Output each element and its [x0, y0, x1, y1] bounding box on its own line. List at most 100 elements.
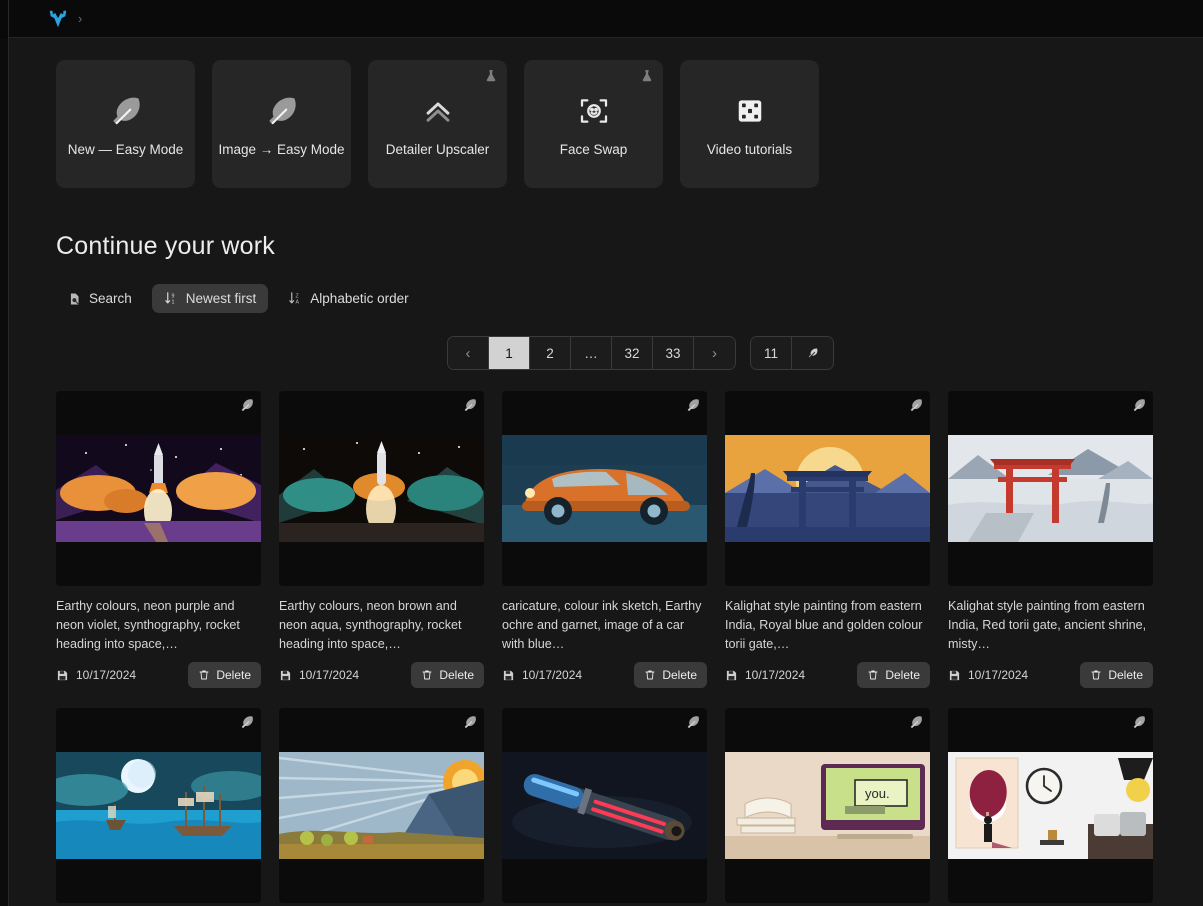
feather-icon [109, 92, 143, 130]
top-bar: › [9, 0, 1203, 38]
beaker-experimental-icon [642, 70, 652, 82]
page-content: New — Easy Mode Image → Easy Mode Detail… [9, 38, 1203, 906]
gallery-thumbnail[interactable]: you. [725, 708, 930, 904]
gallery-item: Kalighat style painting from eastern Ind… [948, 391, 1153, 689]
gallery-item-date-text: 10/17/2024 [968, 668, 1029, 683]
gallery-item: Kalighat style painting from eastern Ind… [725, 391, 930, 689]
pagination-page-32[interactable]: 32 [612, 337, 653, 369]
pagination-row: ‹ 1 2 … 32 33 › 11 [447, 336, 1203, 370]
delete-button[interactable]: Delete [188, 662, 261, 689]
go-arrow-icon [808, 347, 818, 358]
artwork-volcano-sun [279, 752, 484, 860]
artwork-wall-art [948, 752, 1153, 860]
gallery-thumbnail[interactable] [725, 391, 930, 586]
action-card-new-easy-mode[interactable]: New — Easy Mode [56, 60, 195, 188]
filter-search-button[interactable]: Search [56, 284, 144, 313]
feather-icon [1133, 399, 1145, 412]
page-jump-group: 11 [750, 336, 834, 370]
gallery-thumbnail[interactable] [502, 708, 707, 904]
svg-text:9: 9 [171, 293, 174, 299]
feather-icon [910, 716, 922, 729]
gallery-thumbnail[interactable] [948, 708, 1153, 904]
action-card-image-to-easy-mode[interactable]: Image → Easy Mode [212, 60, 351, 188]
gallery-item-caption: Kalighat style painting from eastern Ind… [725, 599, 923, 652]
delete-button[interactable]: Delete [634, 662, 707, 689]
gallery-thumbnail[interactable] [948, 391, 1153, 586]
artwork-moon-ship [56, 752, 261, 860]
filter-label: Alphabetic order [310, 291, 409, 306]
gallery-item-date: 10/17/2024 [948, 668, 1028, 682]
action-card-label: Image → Easy Mode [218, 141, 345, 157]
pagination-page-1[interactable]: 1 [489, 337, 530, 369]
artwork-torii-red [948, 435, 1153, 542]
filter-newest-first-button[interactable]: 9 1 Newest first [151, 284, 269, 313]
svg-text:A: A [296, 300, 300, 306]
gallery-item-date: 10/17/2024 [279, 668, 359, 682]
floppy-save-icon [503, 670, 514, 681]
gallery-item-caption: caricature, colour ink sketch, Earthy oc… [502, 599, 702, 652]
gallery-thumbnail[interactable] [279, 391, 484, 586]
action-card-face-swap[interactable]: Face Swap [524, 60, 663, 188]
trash-icon [422, 670, 432, 680]
gallery-item [279, 708, 484, 904]
artwork-lightsaber [502, 752, 707, 860]
gallery-item-caption: Kalighat style painting from eastern Ind… [948, 599, 1147, 652]
gallery-item: you. [725, 708, 930, 904]
beaker-experimental-icon [486, 70, 496, 82]
gallery-item-date-text: 10/17/2024 [522, 668, 583, 683]
artwork-rocket-aqua [279, 435, 484, 542]
feather-icon [1133, 716, 1145, 729]
trash-icon [645, 670, 655, 680]
floppy-save-icon [726, 670, 737, 681]
gallery-thumbnail[interactable] [56, 708, 261, 904]
sort-descending-icon: 9 1 [165, 292, 174, 306]
action-card-video-tutorials[interactable]: Video tutorials [680, 60, 819, 188]
gallery-item-date: 10/17/2024 [502, 668, 582, 682]
artwork-desk-monitor: you. [725, 752, 930, 860]
pagination-prev-button[interactable]: ‹ [448, 337, 489, 369]
filter-label: Search [89, 291, 132, 306]
delete-button[interactable]: Delete [1080, 662, 1153, 689]
delete-label: Delete [885, 668, 920, 683]
delete-button[interactable]: Delete [857, 662, 930, 689]
gallery-item-date: 10/17/2024 [56, 668, 136, 682]
feather-icon [265, 92, 299, 130]
trash-icon [199, 670, 209, 680]
antler-logo-icon[interactable] [47, 8, 69, 30]
floppy-save-icon [57, 670, 68, 681]
artwork-rocket-purple [56, 435, 261, 542]
page-search-icon [70, 292, 79, 305]
svg-text:Z: Z [296, 293, 300, 299]
pagination-page-2[interactable]: 2 [530, 337, 571, 369]
delete-label: Delete [216, 668, 251, 683]
gallery-item-caption: Earthy colours, neon purple and neon vio… [56, 599, 240, 652]
gallery-thumbnail[interactable] [502, 391, 707, 586]
gallery-item [56, 708, 261, 904]
gallery-thumbnail[interactable] [279, 708, 484, 904]
gallery-item-date-text: 10/17/2024 [299, 668, 360, 683]
action-card-label: Face Swap [559, 141, 628, 157]
filter-alphabetic-order-button[interactable]: Z A Alphabetic order [276, 284, 420, 313]
delete-label: Delete [439, 668, 474, 683]
action-card-label: New — Easy Mode [67, 141, 184, 157]
collapsed-sidebar[interactable] [0, 0, 9, 906]
pagination-next-button[interactable]: › [694, 337, 735, 369]
gallery-thumbnail[interactable] [56, 391, 261, 586]
trash-icon [868, 670, 878, 680]
page-title: Continue your work [56, 232, 275, 260]
delete-button[interactable]: Delete [411, 662, 484, 689]
app-root: › New — Easy Mode Image → Easy Mode Deta… [0, 0, 1203, 906]
page-jump-go-button[interactable] [792, 337, 833, 369]
floppy-save-icon [280, 670, 291, 681]
gallery-item [948, 708, 1153, 904]
gallery-item-footer: 10/17/2024 Delete [948, 662, 1153, 689]
sidebar-top-spacer [0, 0, 8, 39]
action-card-label: Video tutorials [706, 141, 793, 157]
gallery-item [502, 708, 707, 904]
action-card-detailer-upscaler[interactable]: Detailer Upscaler [368, 60, 507, 188]
pagination-page-33[interactable]: 33 [653, 337, 694, 369]
pagination: ‹ 1 2 … 32 33 › [447, 336, 736, 370]
page-jump-input[interactable]: 11 [751, 337, 792, 369]
gallery-item: caricature, colour ink sketch, Earthy oc… [502, 391, 707, 689]
artwork-orange-car [502, 435, 707, 542]
